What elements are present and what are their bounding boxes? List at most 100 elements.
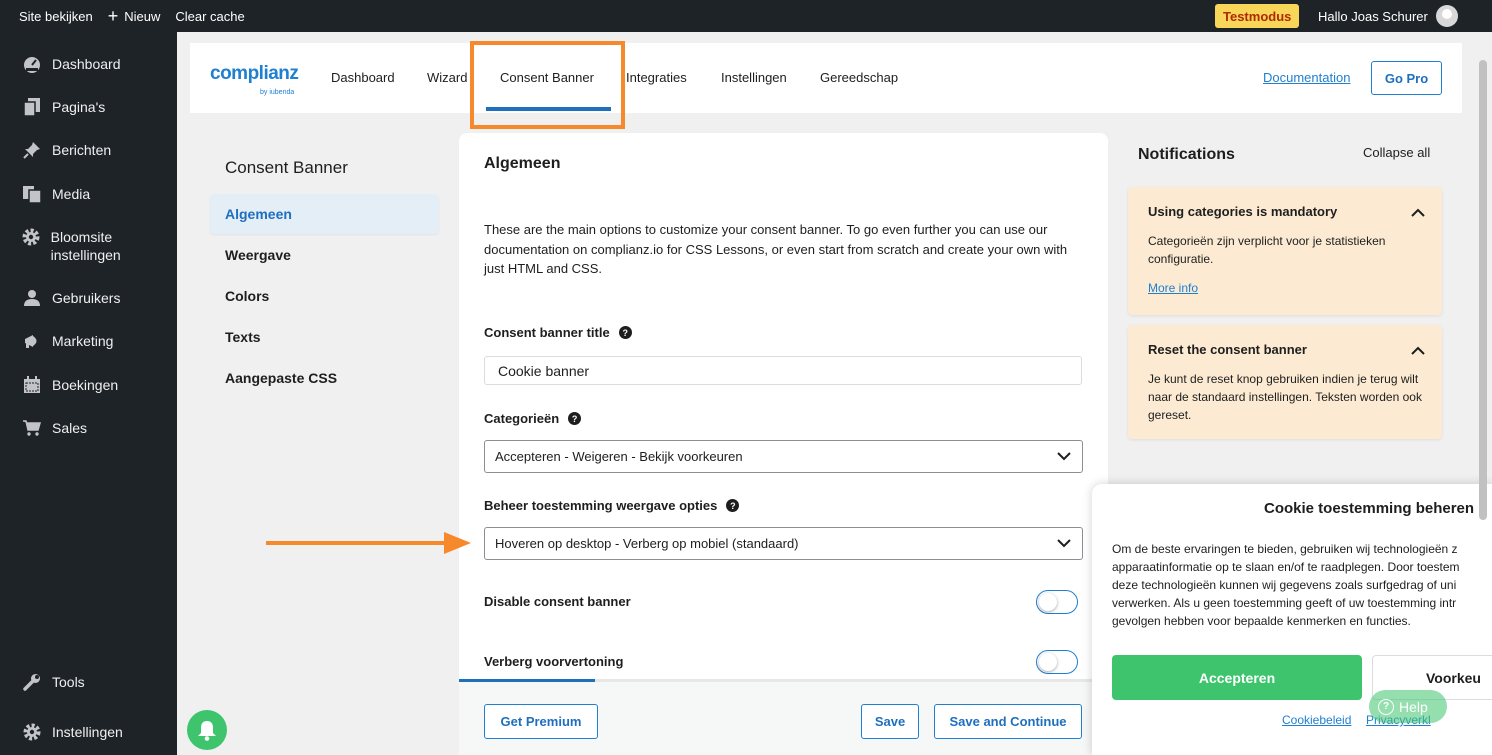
sidebar-item-posts[interactable]: Berichten bbox=[0, 140, 177, 160]
notification-title: Reset the consent banner bbox=[1148, 342, 1307, 357]
field-label-text: Disable consent banner bbox=[484, 594, 631, 609]
cookie-banner-title: Cookie toestemming beheren bbox=[1264, 500, 1475, 517]
sidebar-item-settings[interactable]: Instellingen bbox=[0, 722, 177, 742]
card-title: Algemeen bbox=[484, 155, 561, 172]
dashboard-icon bbox=[22, 54, 42, 74]
sidebar-item-tools[interactable]: Tools bbox=[0, 672, 177, 692]
notification-body: Je kunt de reset knop gebruiken indien j… bbox=[1148, 372, 1422, 422]
notifications-title: Notifications bbox=[1138, 146, 1235, 163]
sidebar-item-bloomsite-settings[interactable]: Bloomsite instellingen bbox=[0, 227, 177, 264]
subnav-item-colors[interactable]: Colors bbox=[210, 276, 439, 316]
cart-icon bbox=[22, 418, 42, 438]
chevron-down-icon bbox=[1057, 539, 1071, 548]
cookie-text-line: apparaatinformatie op te slaan en/of te … bbox=[1112, 560, 1460, 574]
sidebar-item-sales[interactable]: Sales bbox=[0, 418, 177, 438]
disable-banner-toggle[interactable] bbox=[1036, 590, 1078, 614]
admin-bar: Site bekijken + Nieuw Clear cache Testmod… bbox=[0, 0, 1492, 32]
page-scrollbar[interactable] bbox=[1479, 60, 1487, 520]
sidebar-item-users[interactable]: Gebruikers bbox=[0, 288, 177, 308]
subnav-item-custom-css[interactable]: Aangepaste CSS bbox=[210, 358, 439, 398]
hide-preview-toggle[interactable] bbox=[1036, 650, 1078, 674]
banner-title-input[interactable]: Cookie banner bbox=[484, 356, 1082, 385]
new-button[interactable]: + Nieuw bbox=[108, 7, 161, 25]
media-icon bbox=[22, 184, 42, 204]
notification-title: Using categories is mandatory bbox=[1148, 204, 1338, 219]
subnav-title: Consent Banner bbox=[225, 158, 348, 177]
collapse-all-button[interactable]: Collapse all bbox=[1363, 145, 1430, 160]
accept-button[interactable]: Accepteren bbox=[1112, 655, 1362, 700]
test-mode-badge[interactable]: Testmodus bbox=[1215, 4, 1300, 28]
clear-cache-button[interactable]: Clear cache bbox=[175, 9, 244, 24]
select-value: Hoveren op desktop - Verberg op mobiel (… bbox=[495, 536, 799, 551]
sidebar-item-label: Gebruikers bbox=[52, 290, 121, 306]
chevron-up-icon[interactable] bbox=[1411, 345, 1425, 355]
banner-title-label: Consent banner title ? bbox=[484, 325, 632, 340]
documentation-link[interactable]: Documentation bbox=[1263, 70, 1350, 85]
notification-bell-button[interactable] bbox=[187, 710, 227, 750]
categories-select[interactable]: Accepteren - Weigeren - Bekijk voorkeure… bbox=[484, 440, 1083, 473]
cookie-policy-link[interactable]: Cookiebeleid bbox=[1282, 713, 1351, 727]
clear-cache-label: Clear cache bbox=[175, 8, 245, 24]
tab-wizard[interactable]: Wizard bbox=[427, 70, 467, 85]
save-and-continue-button[interactable]: Save and Continue bbox=[934, 704, 1082, 739]
question-icon: ? bbox=[1378, 698, 1394, 715]
hide-preview-label: Verberg voorvertoning bbox=[484, 654, 623, 669]
card-description: These are the main options to customize … bbox=[484, 222, 1068, 276]
user-menu[interactable]: Hallo Joas Schurer bbox=[1318, 0, 1458, 32]
calendar-icon bbox=[22, 375, 42, 395]
chevron-up-icon[interactable] bbox=[1411, 207, 1425, 217]
sidebar-item-dashboard[interactable]: Dashboard bbox=[0, 54, 177, 74]
sidebar-item-pages[interactable]: Pagina's bbox=[0, 97, 177, 117]
sidebar-item-label: Instellingen bbox=[52, 724, 123, 740]
plugin-top-nav: complianz by iubenda Dashboard Wizard Co… bbox=[190, 43, 1462, 113]
subnav-item-appearance[interactable]: Weergave bbox=[210, 235, 439, 275]
help-button[interactable]: ? Help bbox=[1369, 690, 1447, 723]
notification-card: Reset the consent banner Je kunt de rese… bbox=[1128, 325, 1442, 439]
sidebar-item-label: Bloomsite instellingen bbox=[50, 229, 121, 263]
select-value: Accepteren - Weigeren - Bekijk voorkeure… bbox=[495, 449, 743, 464]
gear-icon bbox=[22, 227, 41, 247]
help-icon[interactable]: ? bbox=[726, 499, 740, 512]
toggle-knob bbox=[1039, 653, 1057, 671]
subnav-item-texts[interactable]: Texts bbox=[210, 317, 439, 357]
new-label: Nieuw bbox=[124, 8, 161, 24]
tab-integrations[interactable]: Integraties bbox=[626, 70, 687, 85]
sidebar-item-label: Dashboard bbox=[52, 56, 121, 72]
sidebar-item-marketing[interactable]: Marketing bbox=[0, 331, 177, 351]
greeting-label: Hallo Joas Schurer bbox=[1318, 8, 1428, 24]
tab-settings[interactable]: Instellingen bbox=[721, 70, 787, 85]
notification-card: Using categories is mandatory Categorieë… bbox=[1128, 187, 1442, 315]
settings-card: Algemeen These are the main options to c… bbox=[459, 133, 1108, 755]
sidebar-item-label: Pagina's bbox=[52, 99, 106, 115]
complianz-logo[interactable]: complianz by iubenda bbox=[210, 63, 299, 96]
pin-icon bbox=[22, 140, 42, 160]
sidebar-item-media[interactable]: Media bbox=[0, 184, 177, 204]
cookie-text-line: gevolgen hebben voor bepaalde kenmerken … bbox=[1112, 614, 1411, 628]
disable-banner-label: Disable consent banner bbox=[484, 594, 631, 609]
sidebar-item-label: Tools bbox=[52, 674, 85, 690]
user-icon bbox=[22, 288, 42, 308]
wrench-icon bbox=[22, 672, 42, 692]
field-label-text: Consent banner title bbox=[484, 325, 610, 340]
sidebar-item-label: Marketing bbox=[52, 333, 114, 349]
save-button[interactable]: Save bbox=[861, 704, 919, 739]
view-site-link[interactable]: Site bekijken bbox=[19, 9, 93, 24]
avatar bbox=[1435, 5, 1458, 27]
manage-display-select[interactable]: Hoveren op desktop - Verberg op mobiel (… bbox=[484, 527, 1083, 560]
categories-label: Categorieën ? bbox=[484, 411, 582, 426]
go-pro-button[interactable]: Go Pro bbox=[1371, 61, 1442, 95]
tab-dashboard[interactable]: Dashboard bbox=[331, 70, 395, 85]
tab-tools[interactable]: Gereedschap bbox=[820, 70, 898, 85]
sidebar-item-bookings[interactable]: Boekingen bbox=[0, 375, 177, 395]
arrow-annotation bbox=[266, 532, 471, 554]
notification-body: Categorieën zijn verplicht voor je stati… bbox=[1148, 234, 1386, 266]
view-site-label: Site bekijken bbox=[19, 8, 93, 24]
toggle-knob bbox=[1039, 593, 1057, 611]
help-icon[interactable]: ? bbox=[618, 326, 632, 339]
more-info-link[interactable]: More info bbox=[1148, 281, 1198, 295]
subnav-item-general[interactable]: Algemeen bbox=[210, 194, 439, 234]
plus-icon: + bbox=[107, 6, 119, 26]
get-premium-button[interactable]: Get Premium bbox=[484, 704, 598, 739]
help-icon[interactable]: ? bbox=[568, 412, 582, 425]
sidebar-item-label: Berichten bbox=[52, 142, 112, 158]
